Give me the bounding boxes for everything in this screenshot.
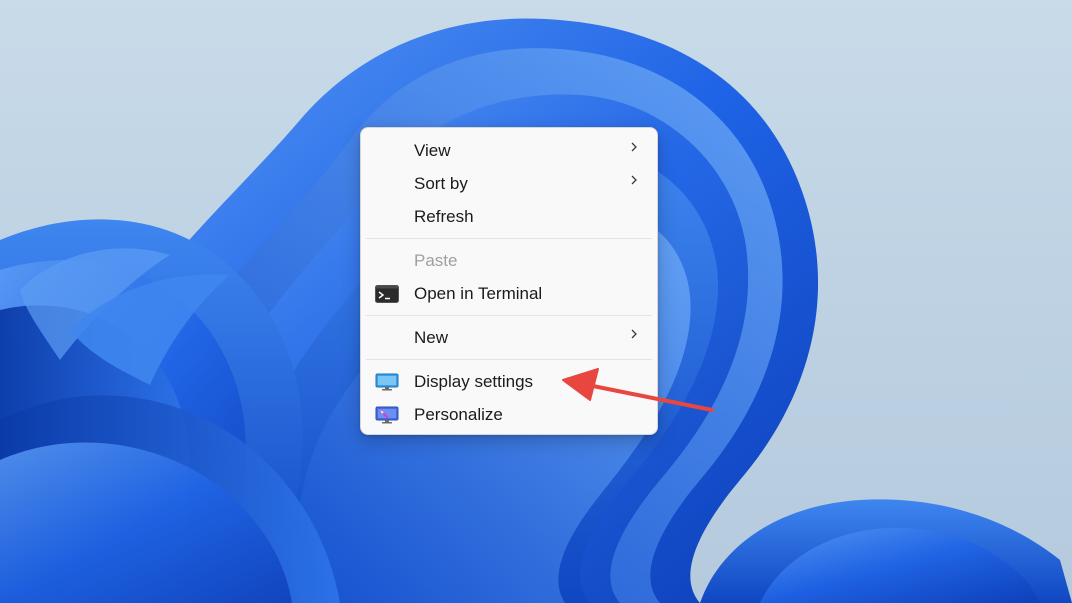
- menu-item-display-settings[interactable]: Display settings: [366, 365, 652, 398]
- menu-item-label: Open in Terminal: [414, 284, 543, 303]
- menu-item-label: Paste: [414, 251, 458, 270]
- chevron-right-icon: [631, 329, 637, 339]
- menu-item-open-in-terminal[interactable]: Open in Terminal: [366, 277, 652, 310]
- menu-separator: [366, 315, 652, 316]
- chevron-right-icon: [631, 142, 637, 152]
- menu-item-label: Display settings: [414, 372, 534, 391]
- menu-separator: [366, 238, 652, 239]
- menu-item-view[interactable]: View: [366, 134, 652, 167]
- chevron-right-icon: [631, 175, 637, 185]
- menu-item-paste[interactable]: Paste: [366, 244, 652, 277]
- desktop[interactable]: View Sort by Refresh Paste Open in Termi…: [0, 0, 1072, 603]
- menu-item-label: Sort by: [414, 174, 468, 193]
- menu-item-personalize[interactable]: Personalize: [366, 398, 652, 431]
- personalize-icon: [375, 406, 399, 424]
- menu-item-refresh[interactable]: Refresh: [366, 200, 652, 233]
- menu-item-label: Personalize: [414, 405, 503, 424]
- menu-item-label: New: [414, 328, 449, 347]
- terminal-icon: [375, 285, 399, 303]
- display-settings-icon: [375, 373, 399, 391]
- menu-item-new[interactable]: New: [366, 321, 652, 354]
- menu-separator: [366, 359, 652, 360]
- menu-item-label: View: [414, 141, 451, 160]
- desktop-context-menu: View Sort by Refresh Paste Open in Termi…: [360, 127, 658, 435]
- menu-item-sort-by[interactable]: Sort by: [366, 167, 652, 200]
- menu-item-label: Refresh: [414, 207, 474, 226]
